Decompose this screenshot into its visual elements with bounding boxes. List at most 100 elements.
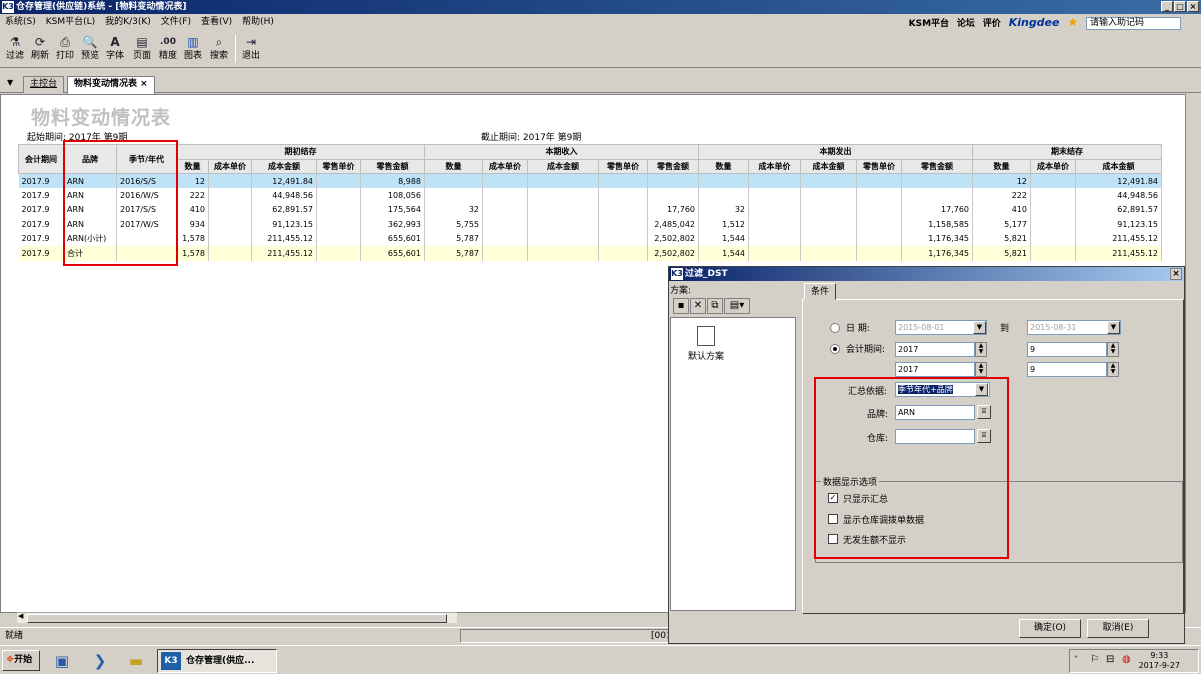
period-year-from-spinner[interactable]: ▲ ▼ xyxy=(975,342,987,357)
table-cell xyxy=(698,173,749,188)
table-cell: 222 xyxy=(176,188,209,203)
menu-help[interactable]: 帮助(H) xyxy=(237,14,279,30)
table-cell: 1,512 xyxy=(698,217,749,232)
sub-header-retail-price[interactable]: 零售单价 xyxy=(856,158,902,174)
app-logo-icon: K3 xyxy=(2,1,14,13)
sub-header-qty[interactable]: 数量 xyxy=(972,158,1031,174)
sub-header-retail-price[interactable]: 零售单价 xyxy=(316,158,361,174)
period-year-to-spinner[interactable]: ▲ ▼ xyxy=(975,362,987,377)
sub-header-row: 数量 成本单价 成本金额 零售单价 零售金额 数量 成本单价 成本金额 零售单价… xyxy=(19,158,1162,174)
scheme-item-default[interactable]: 默认方案 xyxy=(681,326,731,362)
minimize-button[interactable]: _ xyxy=(1161,1,1173,12)
sub-header-qty[interactable]: 数量 xyxy=(698,158,749,174)
copy-scheme-icon[interactable]: ⧉ xyxy=(707,298,723,314)
dialog-close-button[interactable]: × xyxy=(1170,268,1182,280)
dialog-logo-icon: K3 xyxy=(671,268,683,280)
table-cell: 17,760 xyxy=(647,202,699,217)
sub-header-retail-amount[interactable]: 零售金额 xyxy=(360,158,425,174)
period-year-to[interactable]: 2017 xyxy=(895,362,975,377)
forum-link[interactable]: 论坛 xyxy=(957,19,975,29)
sub-header-retail-amount[interactable]: 零售金额 xyxy=(901,158,973,174)
print-button[interactable]: ⎙ 打印 xyxy=(53,34,77,62)
table-cell xyxy=(748,217,801,232)
tab-material-report[interactable]: 物料变动情况表 × xyxy=(67,76,155,94)
explorer-folder-icon[interactable]: ▬ xyxy=(124,650,148,672)
chart-button[interactable]: ▥ 图表 xyxy=(181,34,205,62)
table-row[interactable]: 2017.9 ARN 2017/S/S 410 62,891.57 175,564 32 17… xyxy=(18,202,1162,217)
refresh-button[interactable]: ⟳ 刷新 xyxy=(28,34,52,62)
cancel-button[interactable]: 取消(E) xyxy=(1087,619,1149,638)
help-code-input[interactable]: 请输入助记码 xyxy=(1086,17,1181,30)
period-year-from[interactable]: 2017 xyxy=(895,342,975,357)
sub-header-cost-amount[interactable]: 成本金额 xyxy=(251,158,317,174)
table-cell: 211,455.12 xyxy=(1075,246,1162,261)
table-row[interactable]: 2017.9 合计 1,578 211,455.12 655,601 5,787 2,502… xyxy=(18,246,1162,261)
preview-button[interactable]: 🔍 预览 xyxy=(78,34,102,62)
table-cell xyxy=(748,202,801,217)
date-from-dropdown-icon[interactable]: ▼ xyxy=(973,321,986,334)
period-no-from[interactable]: 9 xyxy=(1027,342,1107,357)
ksm-link[interactable]: KSM平台 xyxy=(909,19,949,29)
network-icon[interactable]: ⊟ xyxy=(1106,654,1114,665)
rate-link[interactable]: 评价 xyxy=(983,19,1001,29)
period-no-to[interactable]: 9 xyxy=(1027,362,1107,377)
sub-header-retail-price[interactable]: 零售单价 xyxy=(598,158,648,174)
horizontal-scrollbar[interactable]: ◀ xyxy=(17,612,457,623)
menu-file[interactable]: 文件(F) xyxy=(156,14,196,30)
sub-header-unit-cost[interactable]: 成本单价 xyxy=(208,158,252,174)
show-desktop-icon[interactable]: ▣ xyxy=(50,650,74,672)
table-row[interactable]: 2017.9 ARN 2017/W/S 934 91,123.15 362,993 5,75… xyxy=(18,217,1162,232)
scroll-left-icon[interactable]: ◀ xyxy=(18,612,23,620)
period-radio[interactable] xyxy=(830,344,840,354)
tab-conditions[interactable]: 条件 xyxy=(804,283,836,300)
close-window-button[interactable]: × xyxy=(1187,1,1199,12)
exit-button[interactable]: ⇥ 退出 xyxy=(239,34,263,62)
maximize-button[interactable]: □ xyxy=(1174,1,1186,12)
table-cell xyxy=(482,188,528,203)
menu-system[interactable]: 系统(S) xyxy=(0,14,41,30)
tray-expand-icon[interactable]: ˄ xyxy=(1074,655,1078,664)
tray-clock[interactable]: 9:33 2017-9-27 xyxy=(1139,651,1180,671)
font-button[interactable]: A 字体 xyxy=(103,34,127,62)
sub-header-qty[interactable]: 数量 xyxy=(176,158,209,174)
filter-button[interactable]: ⚗ 过滤 xyxy=(3,34,27,62)
sub-header-qty[interactable]: 数量 xyxy=(424,158,483,174)
menu-ksm[interactable]: KSM平台(L) xyxy=(41,14,100,30)
menu-view[interactable]: 查看(V) xyxy=(196,14,237,30)
sub-header-cost-amount[interactable]: 成本金额 xyxy=(800,158,857,174)
volume-icon[interactable]: ◍ xyxy=(1122,654,1131,665)
tab-menu-chevron-icon[interactable]: ▼ xyxy=(7,78,13,87)
table-row[interactable]: 2017.9 ARN(小计) 1,578 211,455.12 655,601 5,787… xyxy=(18,231,1162,246)
table-cell xyxy=(698,188,749,203)
start-button[interactable]: ❖开始 xyxy=(2,650,40,671)
table-cell xyxy=(527,202,599,217)
date-to-dropdown-icon[interactable]: ▼ xyxy=(1107,321,1120,334)
page-button[interactable]: ▤ 页面 xyxy=(130,34,154,62)
delete-scheme-icon[interactable]: ✕ xyxy=(690,298,706,314)
sub-header-cost-amount[interactable]: 成本金额 xyxy=(527,158,599,174)
period-no-from-spinner[interactable]: ▲ ▼ xyxy=(1107,342,1119,357)
table-cell: 211,455.12 xyxy=(251,231,317,246)
table-row[interactable]: 2017.9 ARN 2016/S/S 12 12,491.84 8,988 12 12,49… xyxy=(18,173,1162,188)
col-header-period[interactable]: 会计期间 xyxy=(18,144,64,174)
sub-header-cost-amount[interactable]: 成本金额 xyxy=(1075,158,1162,174)
menu-myk3[interactable]: 我的K/3(K) xyxy=(100,14,156,30)
sub-header-unit-cost[interactable]: 成本单价 xyxy=(748,158,801,174)
date-radio[interactable] xyxy=(830,323,840,333)
tab-main-console[interactable]: 主控台 xyxy=(23,76,65,93)
tab-close-icon[interactable]: × xyxy=(140,79,148,89)
table-row[interactable]: 2017.9 ARN 2016/W/S 222 44,948.56 108,056 222 4… xyxy=(18,188,1162,203)
period-no-to-spinner[interactable]: ▲ ▼ xyxy=(1107,362,1119,377)
sub-header-retail-amount[interactable]: 零售金额 xyxy=(647,158,699,174)
flag-icon[interactable]: ⚐ xyxy=(1090,654,1099,665)
precision-button[interactable]: .00 精度 xyxy=(156,34,180,62)
taskbar-item-warehouse[interactable]: K3 仓存管理(供应... xyxy=(157,649,277,673)
ok-button[interactable]: 确定(O) xyxy=(1019,619,1081,638)
save-scheme-icon[interactable]: ▪ xyxy=(673,298,689,314)
scrollbar-thumb[interactable] xyxy=(27,614,447,623)
sub-header-unit-cost[interactable]: 成本单价 xyxy=(1030,158,1076,174)
powershell-icon[interactable]: ❯ xyxy=(88,650,112,672)
scheme-options-icon[interactable]: ▤▾ xyxy=(724,298,750,314)
search-button[interactable]: ⌕ 搜索 xyxy=(207,34,231,62)
sub-header-unit-cost[interactable]: 成本单价 xyxy=(482,158,528,174)
